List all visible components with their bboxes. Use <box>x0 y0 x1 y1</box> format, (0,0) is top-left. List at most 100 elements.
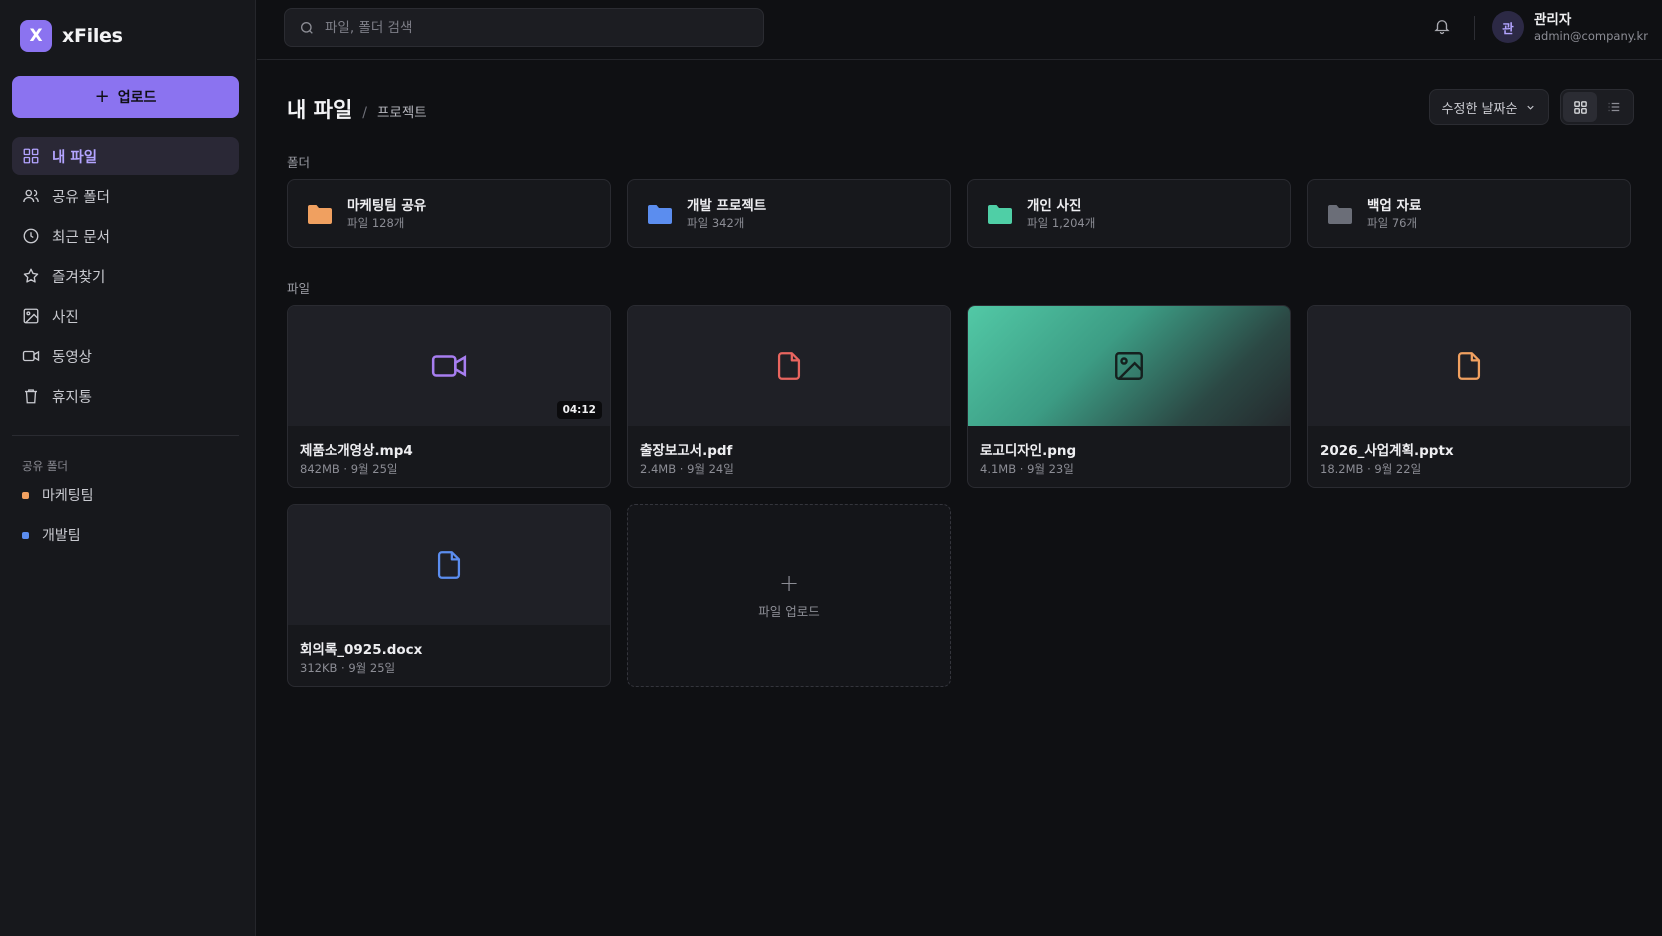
file-thumbnail <box>288 505 610 625</box>
plus-icon: + <box>778 569 800 597</box>
sort-dropdown[interactable]: 수정한 날짜순 <box>1429 89 1549 125</box>
folder-meta: 파일 1,204개 <box>1027 215 1096 230</box>
folder-icon <box>1328 204 1352 224</box>
sidebar: X xFiles + 업로드 내 파일 공유 폴더 최근 문서 즐겨찾기 사진 … <box>0 0 256 936</box>
shared-folder-list: 마케팅팀 개발팀 <box>12 475 239 555</box>
sidebar-item-shared-folders[interactable]: 공유 폴더 <box>12 177 239 215</box>
file-meta: 4.1MB · 9월 23일 <box>980 462 1074 476</box>
folder-card[interactable]: 마케팅팀 공유 파일 128개 <box>287 179 611 248</box>
sidebar-item-label: 사진 <box>52 309 79 326</box>
sidebar-item-my-files[interactable]: 내 파일 <box>12 137 239 175</box>
sidebar-item-trash[interactable]: 휴지통 <box>12 377 239 415</box>
list-icon <box>1608 102 1620 112</box>
file-thumbnail <box>1308 306 1630 426</box>
file-card[interactable]: 04:12 제품소개영상.mp4 842MB · 9월 25일 <box>287 305 611 488</box>
sidebar-item-label: 휴지통 <box>52 389 93 406</box>
brand[interactable]: X xFiles <box>20 20 123 52</box>
upload-button[interactable]: + 업로드 <box>12 76 239 118</box>
folder-icon <box>648 204 672 224</box>
video-icon <box>22 350 40 362</box>
view-toggle <box>1560 89 1634 125</box>
file-card[interactable]: 로고디자인.png 4.1MB · 9월 23일 <box>967 305 1291 488</box>
sidebar-divider <box>12 435 239 436</box>
file-thumbnail <box>968 306 1290 426</box>
plus-icon: + <box>94 86 110 107</box>
breadcrumb-root[interactable]: 내 파일 <box>287 94 352 124</box>
video-duration: 04:12 <box>556 401 602 419</box>
user-menu[interactable]: 관 관리자 admin@company.kr <box>1492 11 1648 43</box>
notification-button[interactable] <box>1431 15 1453 37</box>
folder-name: 개인 사진 <box>1027 197 1082 214</box>
sidebar-item-label: 동영상 <box>52 349 93 366</box>
file-card[interactable]: 2026_사업계획.pptx 18.2MB · 9월 22일 <box>1307 305 1631 488</box>
folder-name: 개발 프로젝트 <box>687 197 767 214</box>
file-name: 로고디자인.png <box>980 443 1077 459</box>
shared-section-label: 공유 폴더 <box>22 459 68 473</box>
sidebar-item-favorites[interactable]: 즐겨찾기 <box>12 257 239 295</box>
file-meta: 2.4MB · 9월 24일 <box>640 462 734 476</box>
grid-view-button[interactable] <box>1563 92 1597 122</box>
search-input[interactable] <box>325 19 745 36</box>
search-icon <box>301 21 313 34</box>
shared-item-marketing[interactable]: 마케팅팀 <box>12 475 239 515</box>
folder-card[interactable]: 개인 사진 파일 1,204개 <box>967 179 1291 248</box>
topbar: 관 관리자 admin@company.kr <box>257 0 1662 60</box>
folder-name: 마케팅팀 공유 <box>347 197 427 214</box>
color-dot <box>22 531 29 539</box>
file-card[interactable]: 출장보고서.pdf 2.4MB · 9월 24일 <box>627 305 951 488</box>
file-meta: 18.2MB · 9월 22일 <box>1320 462 1422 476</box>
upload-button-label: 업로드 <box>117 90 157 106</box>
main-content: 내 파일 / 프로젝트 수정한 날짜순 폴더 마케팅팀 공유 파일 128개 개… <box>257 61 1662 936</box>
file-icon <box>437 551 461 579</box>
file-icon <box>777 352 801 380</box>
folder-meta: 파일 76개 <box>1367 215 1418 230</box>
brand-logo: X <box>20 20 52 52</box>
breadcrumb-separator: / <box>362 105 367 121</box>
folder-icon <box>988 204 1012 224</box>
video-icon <box>431 355 467 377</box>
sidebar-nav: 내 파일 공유 폴더 최근 문서 즐겨찾기 사진 동영상 휴지통 <box>12 137 239 417</box>
search-box[interactable] <box>284 8 764 47</box>
folder-name: 백업 자료 <box>1367 197 1422 214</box>
list-view-button[interactable] <box>1597 92 1631 122</box>
sidebar-item-label: 내 파일 <box>52 149 98 166</box>
shared-item-dev[interactable]: 개발팀 <box>12 515 239 555</box>
breadcrumb: 내 파일 / 프로젝트 <box>287 94 427 124</box>
sidebar-item-recent[interactable]: 최근 문서 <box>12 217 239 255</box>
user-name: 관리자 <box>1534 11 1572 28</box>
upload-dropzone[interactable]: + 파일 업로드 <box>627 504 951 687</box>
breadcrumb-current: 프로젝트 <box>377 105 427 121</box>
upload-dropzone-label: 파일 업로드 <box>758 604 820 619</box>
brand-name: xFiles <box>62 25 123 47</box>
users-icon <box>23 189 39 203</box>
folder-icon <box>308 204 332 224</box>
folder-meta: 파일 128개 <box>347 215 405 230</box>
file-name: 제품소개영상.mp4 <box>300 443 413 459</box>
file-name: 출장보고서.pdf <box>640 443 733 459</box>
image-icon <box>23 308 39 324</box>
grid-icon <box>1573 100 1587 114</box>
avatar: 관 <box>1492 11 1524 43</box>
shared-item-label: 마케팅팀 <box>42 488 94 504</box>
sort-label: 수정한 날짜순 <box>1441 101 1518 117</box>
files-section-label: 파일 <box>287 281 311 296</box>
folder-text: 마케팅팀 공유 파일 128개 <box>347 197 426 231</box>
sidebar-item-label: 공유 폴더 <box>52 189 110 206</box>
sidebar-item-videos[interactable]: 동영상 <box>12 337 239 375</box>
trash-icon <box>25 389 37 404</box>
user-info: 관리자 admin@company.kr <box>1534 12 1648 43</box>
shared-item-label: 개발팀 <box>42 528 81 544</box>
grid-icon <box>23 148 39 164</box>
file-name: 2026_사업계획.pptx <box>1320 443 1454 459</box>
sidebar-item-label: 최근 문서 <box>52 229 110 246</box>
sidebar-item-photos[interactable]: 사진 <box>12 297 239 335</box>
folder-card[interactable]: 백업 자료 파일 76개 <box>1307 179 1631 248</box>
chevron-down-icon <box>1527 105 1535 110</box>
folder-text: 개인 사진 파일 1,204개 <box>1027 197 1095 231</box>
file-card[interactable]: 회의록_0925.docx 312KB · 9월 25일 <box>287 504 611 687</box>
bell-icon <box>1434 20 1450 35</box>
folder-card[interactable]: 개발 프로젝트 파일 342개 <box>627 179 951 248</box>
file-thumbnail <box>628 306 950 426</box>
folder-text: 백업 자료 파일 76개 <box>1367 197 1421 231</box>
topbar-divider <box>1474 16 1475 40</box>
